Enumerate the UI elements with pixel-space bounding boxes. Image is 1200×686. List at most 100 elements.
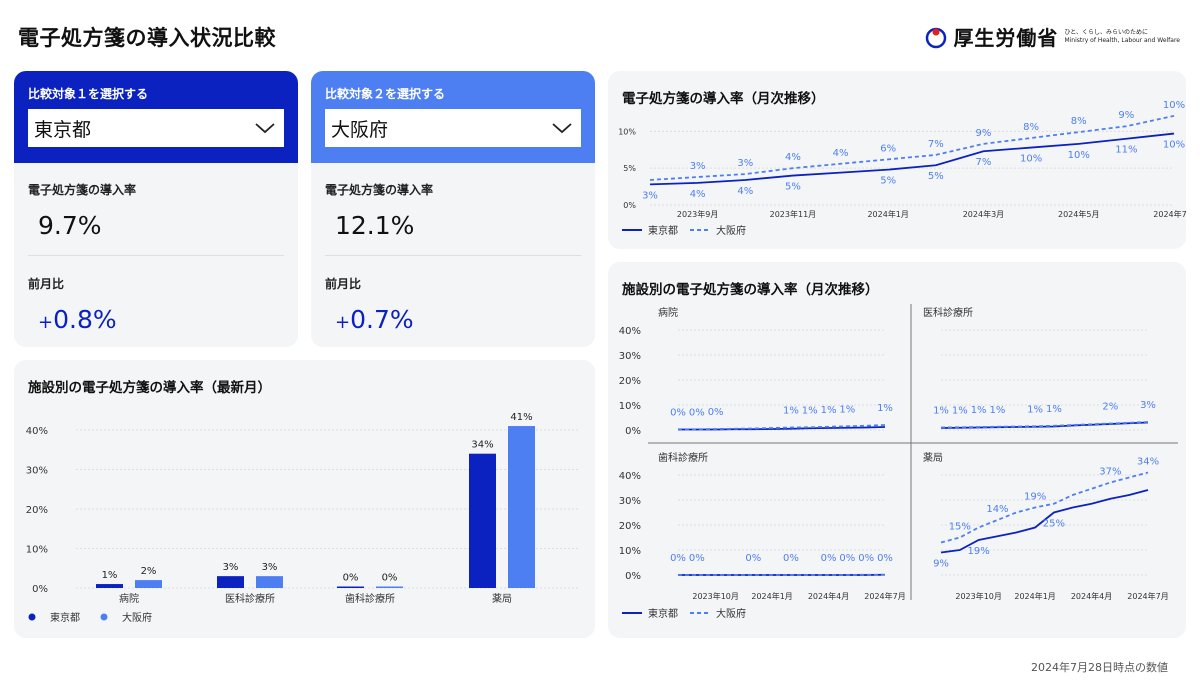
footer-note: 2024年7月28日時点の数値 [1031, 661, 1168, 674]
data-label: 1% [821, 405, 837, 416]
bar-data-label: 0% [343, 573, 359, 584]
data-label: 4% [690, 189, 706, 200]
facet-title: 病院 [658, 306, 678, 319]
bar [135, 580, 162, 588]
bar [217, 576, 244, 588]
data-label: 4% [737, 186, 753, 197]
rate-value-2: 12.1% [335, 211, 415, 240]
data-label: 19% [1024, 492, 1046, 503]
x-tick-label: 医科診療所 [225, 592, 275, 605]
data-label: 1% [802, 405, 818, 416]
data-label: 9% [976, 128, 992, 139]
x-tick-label: 2024年7月 [1127, 591, 1168, 601]
legend-label: 東京都 [50, 611, 80, 624]
bar [376, 586, 403, 588]
selector-2-label: 比較対象２を選択する [325, 87, 446, 101]
series-line [940, 471, 1149, 544]
data-label: 34% [1137, 457, 1159, 468]
mom-value-1: +0.8% [38, 305, 117, 334]
bar-data-label: 3% [223, 562, 239, 573]
bar [469, 453, 496, 588]
data-label: 1% [783, 406, 799, 417]
bar-data-label: 34% [471, 440, 493, 451]
data-label: 37% [1099, 467, 1121, 478]
facet-title: 医科診療所 [923, 306, 973, 319]
selector-1-label: 比較対象１を選択する [28, 87, 149, 101]
data-label: 0% [839, 553, 855, 564]
data-label: 0% [821, 553, 837, 564]
x-tick-label: 2024年1月 [1014, 591, 1055, 601]
y-tick-label: 20% [619, 376, 641, 387]
chevron-down-icon [552, 123, 572, 134]
x-tick-label: 2024年5月 [1058, 209, 1099, 219]
logo-tagline: ひと、くらし、みらいのために [1064, 28, 1149, 36]
x-tick-label: 2023年9月 [677, 209, 718, 219]
facet-title: 薬局 [923, 452, 943, 464]
facet-chart: 病院0%10%20%30%40%0% 0% 0% 1% 1% 1% 1% 1%医科診療所1% 1… [619, 304, 1178, 620]
mom-label-1: 前月比 [28, 277, 65, 291]
selector-2-value: 大阪府 [331, 118, 389, 141]
bar-data-label: 41% [510, 412, 532, 423]
legend-swatch [100, 613, 108, 621]
x-tick-label: 歯科診療所 [345, 592, 395, 605]
y-tick-label: 10% [26, 545, 48, 556]
data-label: 3% [642, 190, 658, 201]
series-line [649, 132, 1175, 186]
data-label: 2% [1102, 402, 1118, 413]
y-tick-label: 20% [619, 521, 641, 532]
x-tick-label: 2024年7月 [864, 591, 905, 601]
series-line [649, 115, 1175, 181]
logo-english: Ministry of Health, Labour and Welfare [1064, 36, 1180, 44]
legend-label: 大阪府 [716, 224, 746, 237]
data-label: 10% [1163, 140, 1185, 151]
data-label: 8% [1071, 116, 1087, 127]
data-label: 8% [1023, 122, 1039, 133]
data-label: 6% [880, 143, 896, 154]
facet-chart-card: 施設別の電子処方箋の導入率（月次推移） 病院 0% 10% 20% 30% 40% 0% 0%… [608, 262, 1186, 638]
data-label: 0% [689, 553, 705, 564]
bar-chart: 0% 10% 20% 30% 40% 1% 2% 病院 3% 3% 医科診療所 0% 0% 歯科診療所 34… [26, 412, 579, 624]
data-label: 5% [928, 171, 944, 182]
facet-title: 歯科診療所 [658, 451, 708, 464]
rate-label-1: 電子処方箋の導入率 [28, 183, 137, 197]
bar-data-label: 2% [141, 566, 157, 577]
data-label: 1% [971, 405, 987, 416]
chevron-down-icon [255, 123, 275, 134]
legend-label: 大阪府 [716, 607, 746, 620]
data-label: 9% [1118, 110, 1134, 121]
legend-swatch [28, 613, 36, 621]
selector-1-dropdown[interactable]: 東京都 [28, 109, 284, 147]
data-label: 4% [785, 152, 801, 163]
y-tick-label: 0% [623, 201, 636, 210]
legend-label: 東京都 [648, 224, 678, 237]
data-label: 7% [928, 139, 944, 150]
data-label: 10% [1068, 150, 1090, 161]
comparison-card-2: 比較対象２を選択する 大阪府 電子処方箋の導入率 12.1% 前月比 +0.7% [311, 71, 595, 347]
data-label: 0% [858, 553, 874, 564]
y-tick-label: 0% [625, 571, 641, 582]
mhlw-logo-mark-icon [926, 27, 947, 48]
rate-value-1: 9.7% [38, 211, 102, 240]
y-tick-label: 30% [619, 351, 641, 362]
data-label: 0% [670, 553, 686, 564]
y-tick-label: 10% [619, 401, 641, 412]
line-chart-card: 電子処方箋の導入率（月次推移） 0% 5% 10% 2023年9月 2023年11月 20… [608, 71, 1186, 249]
mhlw-logo: 厚生労働省 ひと、くらし、みらいのために Ministry of Health,… [925, 22, 1180, 51]
data-label: 7% [976, 157, 992, 168]
data-label: 14% [986, 504, 1008, 515]
data-label: 0% [745, 553, 761, 564]
data-label: 0% [689, 407, 705, 418]
data-label: 10% [1163, 100, 1185, 111]
data-label: 25% [1043, 519, 1065, 530]
data-label: 0% [877, 553, 893, 564]
data-label: 0% [783, 553, 799, 564]
x-tick-label: 2024年3月 [963, 209, 1004, 219]
data-label: 3% [737, 158, 753, 169]
bar-data-label: 1% [102, 570, 118, 581]
rate-label-2: 電子処方箋の導入率 [325, 183, 434, 197]
data-label: 1% [839, 404, 855, 415]
data-label: 5% [785, 182, 801, 193]
data-label: 3% [1140, 400, 1156, 411]
selector-2-dropdown[interactable]: 大阪府 [325, 109, 581, 147]
data-label: 1% [1027, 404, 1043, 415]
